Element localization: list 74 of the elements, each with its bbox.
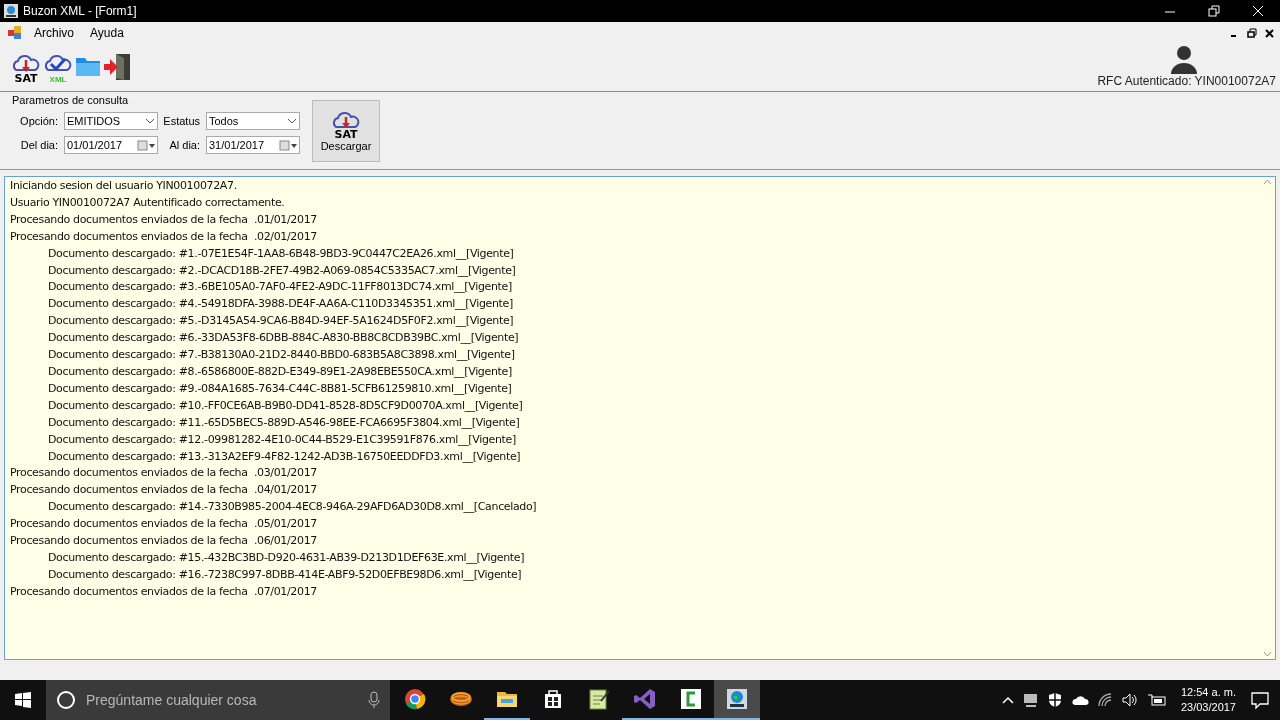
log-line: Documento descargado: #1.-07E1E54F-1AA8-6B48-9BD3-9C0447C2EA26.xml__[Vigente] bbox=[48, 245, 514, 262]
menu-item[interactable]: Archivo bbox=[26, 26, 82, 40]
log-line: Documento descargado: #12.-09981282-4E10-0C44-B529-E1C39591F876.xml__[Vigente] bbox=[48, 431, 516, 448]
studio-icon bbox=[633, 687, 657, 711]
log-line: Documento descargado: #9.-084A1685-7634-C44C-8B81-5CFB61259810.xml__[Vigente] bbox=[48, 380, 512, 397]
wifi-icon[interactable] bbox=[1096, 692, 1113, 708]
download-button[interactable]: SAT Descargar bbox=[312, 100, 380, 162]
log-line: Procesando documentos enviados de la fecha .01/01/2017 bbox=[10, 211, 317, 228]
log-line: Procesando documentos enviados de la fecha .02/01/2017 bbox=[10, 228, 317, 245]
rfc-label: RFC Autenticado: YIN0010072A7 bbox=[1097, 74, 1276, 88]
restore-icon[interactable] bbox=[1206, 3, 1222, 19]
calendar-icon bbox=[279, 139, 299, 151]
log-line: Iniciando sesion del usuario YIN0010072A7. bbox=[10, 178, 237, 194]
log-line: Usuario YIN0010072A7 Autentificado correctamente. bbox=[10, 194, 285, 211]
microphone-icon[interactable] bbox=[368, 691, 380, 709]
log-line: Procesando documentos enviados de la fecha .07/01/2017 bbox=[10, 583, 317, 600]
date-field[interactable]: 31/01/2017 bbox=[206, 136, 300, 154]
restore-icon[interactable] bbox=[1246, 27, 1258, 39]
log-line: Documento descargado: #11.-65D5BEC5-889D-A546-98EE-FCA6695F3804.xml__[Vigente] bbox=[48, 414, 520, 431]
shield-icon[interactable] bbox=[1046, 692, 1063, 708]
log-line: Documento descargado: #14.-7330B985-2004-4EC8-946A-29AFD6AD30D8.xml__[Cancelado] bbox=[48, 499, 537, 516]
dropdown-field[interactable]: EMITIDOS bbox=[64, 112, 158, 130]
date-field[interactable]: 01/01/2017 bbox=[64, 136, 158, 154]
windows-icon bbox=[15, 692, 31, 708]
log-line: Documento descargado: #5.-D3145A54-9CA6-B84D-94EF-5A1624D5F0F2.xml__[Vigente] bbox=[48, 313, 514, 330]
form-icon bbox=[8, 26, 22, 40]
cloud-check-icon bbox=[42, 52, 74, 74]
globe-app-icon bbox=[725, 687, 749, 711]
dropdown-field[interactable]: Todos bbox=[206, 112, 300, 130]
notification-icon[interactable] bbox=[1250, 690, 1270, 710]
menu-item[interactable]: Ayuda bbox=[82, 26, 132, 40]
app-icon bbox=[4, 4, 18, 18]
log-line: Documento descargado: #10.-FF0CE6AB-B9B0-DD41-8528-8D5CF9D0070A.xml__[Vigente] bbox=[48, 397, 523, 414]
clock[interactable]: 12:54 a. m. 23/03/2017 bbox=[1180, 685, 1236, 715]
close-icon[interactable] bbox=[1250, 3, 1266, 19]
search-box[interactable]: Pregúntame cualquier cosa bbox=[46, 680, 390, 720]
cloud-download-icon bbox=[10, 52, 42, 74]
log-line: Documento descargado: #6.-33DA53F8-6DBB-884C-A830-BB8C8CDB39BC.xml__[Vigente] bbox=[48, 330, 519, 347]
group-title: Parametros de consulta bbox=[12, 94, 130, 106]
field-label: Estatus bbox=[162, 115, 201, 127]
field-label: Opción: bbox=[19, 115, 59, 127]
log-line: Procesando documentos enviados de la fecha .04/01/2017 bbox=[10, 482, 317, 499]
field-label: Al dia: bbox=[168, 139, 201, 151]
caret-up-icon[interactable] bbox=[1000, 695, 1015, 705]
log-line: Procesando documentos enviados de la fecha .03/01/2017 bbox=[10, 465, 317, 482]
user-icon bbox=[1170, 44, 1198, 74]
browser-icon bbox=[403, 687, 427, 711]
window-title: Buzon XML - [Form1] bbox=[23, 4, 138, 18]
calendar-icon bbox=[137, 139, 157, 151]
notepad-icon bbox=[587, 687, 611, 711]
cortana-icon bbox=[56, 690, 76, 710]
field-label: Del dia: bbox=[19, 139, 59, 151]
log-line: Documento descargado: #8.-6586800E-882D-E349-89E1-2A98EBE550CA.xml__[Vigente] bbox=[48, 363, 512, 380]
log-line: Documento descargado: #3.-6BE105A0-7AF0-4FE2-A9DC-11FF8013DC74.xml__[Vigente] bbox=[48, 279, 512, 296]
exit-icon[interactable] bbox=[102, 52, 132, 82]
log-line: Documento descargado: #2.-DCACD18B-2FE7-49B2-A069-0854C5335AC7.xml__[Vigente] bbox=[48, 262, 516, 279]
sat-download-button[interactable]: SAT bbox=[10, 52, 42, 84]
log-line: Documento descargado: #15.-432BC3BD-D920-4631-AB39-D213D1DEF63E.xml__[Vigente] bbox=[48, 549, 525, 566]
log-line: Procesando documentos enviados de la fecha .06/01/2017 bbox=[10, 533, 317, 550]
close-icon[interactable] bbox=[1264, 27, 1276, 39]
taskbar-app[interactable] bbox=[714, 680, 760, 720]
recorder-icon bbox=[679, 687, 703, 711]
battery-icon[interactable] bbox=[1146, 692, 1167, 708]
log-line: Documento descargado: #13.-313A2EF9-4F82-1242-AD3B-16750EEDDFD3.xml__[Vigente] bbox=[48, 448, 521, 465]
cloud-download-icon bbox=[330, 109, 362, 129]
volume-icon[interactable] bbox=[1120, 692, 1139, 708]
log-line: Documento descargado: #16.-7238C997-8DBB-414E-ABF9-52D0EFBE98D6.xml__[Vigente] bbox=[48, 566, 522, 583]
search-field[interactable]: Pregúntame cualquier cosa bbox=[84, 691, 352, 709]
scroll-down-icon[interactable] bbox=[1262, 651, 1272, 657]
monitor-icon[interactable] bbox=[1022, 692, 1039, 708]
scroll-up-icon[interactable] bbox=[1262, 179, 1272, 185]
log-line: Procesando documentos enviados de la fecha .05/01/2017 bbox=[10, 516, 317, 533]
log-line: Documento descargado: #7.-B38130A0-21D2-8440-BBD0-683B5A8C3898.xml__[Vigente] bbox=[48, 347, 515, 364]
log-line: Documento descargado: #4.-54918DFA-3988-DE4F-AA6A-C110D3345351.xml__[Vigente] bbox=[48, 296, 513, 313]
